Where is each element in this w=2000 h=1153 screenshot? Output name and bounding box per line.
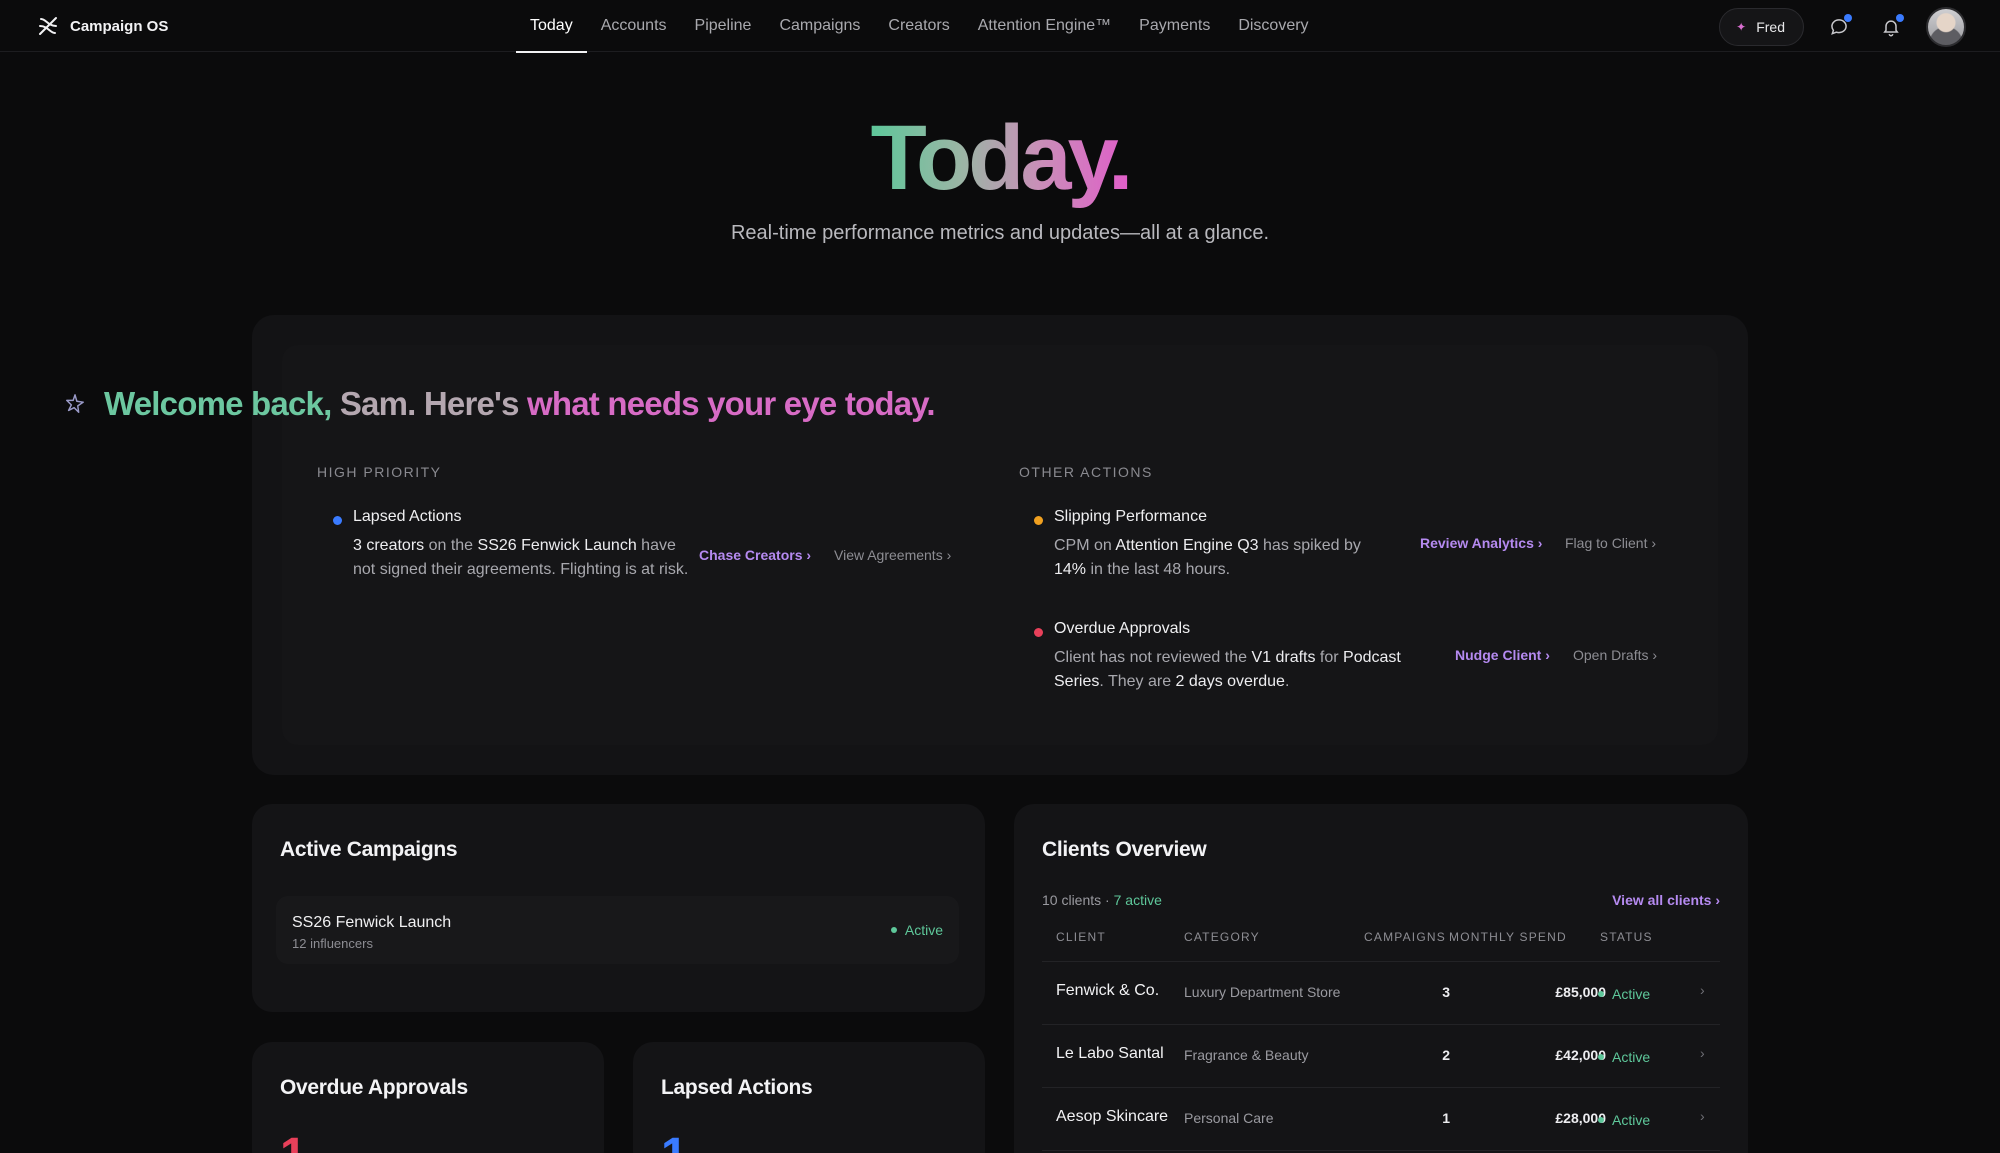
client-name: Aesop Skincare (1056, 1108, 1169, 1125)
user-avatar[interactable] (1926, 7, 1966, 47)
client-monthly-spend: £28,000 (1555, 1110, 1606, 1126)
fred-label: Fred (1756, 19, 1785, 35)
client-campaigns: 2 (1442, 1047, 1450, 1063)
view-agreements-link[interactable]: View Agreements › (834, 547, 951, 563)
nav-payments[interactable]: Payments (1125, 0, 1224, 52)
slipping-performance-item: Slipping Performance CPM on Attention En… (1034, 508, 1394, 588)
overdue-approvals-item: Overdue Approvals Client has not reviewe… (1034, 620, 1434, 700)
client-campaigns: 3 (1442, 984, 1450, 1000)
alert-dot (1034, 628, 1043, 637)
client-category: Luxury Department Store (1184, 984, 1341, 1000)
column-header-category[interactable]: CATEGORY (1184, 930, 1260, 944)
table-row[interactable]: Le Labo Santal Fragrance & Beauty 2 £42,… (1042, 1025, 1720, 1087)
nav-campaigns[interactable]: Campaigns (765, 0, 874, 52)
fred-assistant-button[interactable]: ✦ Fred (1719, 8, 1804, 46)
brand[interactable]: Campaign OS (36, 14, 168, 38)
column-header-client[interactable]: CLIENT (1056, 930, 1106, 944)
nav-accounts[interactable]: Accounts (587, 0, 681, 52)
chase-creators-link[interactable]: Chase Creators › (699, 547, 811, 563)
client-campaigns: 1 (1442, 1110, 1450, 1126)
nav-today[interactable]: Today (516, 0, 587, 53)
campaign-name: SS26 Fenwick Launch (292, 914, 452, 931)
notifications-button[interactable] (1874, 10, 1908, 44)
lapsed-actions-card[interactable]: Lapsed Actions 1 (633, 1042, 985, 1153)
table-row[interactable]: Fenwick & Co. Luxury Department Store 3 … (1042, 962, 1720, 1024)
table-divider (1042, 1150, 1720, 1151)
top-navigation-bar: Campaign OS Today Accounts Pipeline Camp… (0, 0, 2000, 53)
campaign-os-logo-icon (39, 17, 57, 35)
overdue-count: 1 (280, 1128, 307, 1153)
card-title: Lapsed Actions (661, 1076, 813, 1099)
campaign-row[interactable]: SS26 Fenwick Launch 12 influencers Activ… (276, 896, 959, 964)
action-title: Lapsed Actions (353, 508, 462, 525)
lapsed-count: 1 (661, 1128, 688, 1153)
clients-count: 10 clients · 7 active (1042, 892, 1162, 908)
overdue-approvals-card[interactable]: Overdue Approvals 1 (252, 1042, 604, 1153)
welcome-heading: Welcome back, Sam. Here's what needs you… (64, 385, 936, 423)
action-title: Slipping Performance (1054, 508, 1207, 525)
action-description: Client has not reviewed the V1 drafts fo… (1054, 649, 1401, 690)
action-description: 3 creators on the SS26 Fenwick Launch ha… (353, 537, 689, 578)
messages-button[interactable] (1822, 10, 1856, 44)
column-header-monthly-spend[interactable]: MONTHLY SPEND (1449, 930, 1567, 944)
active-campaigns-card: Active Campaigns SS26 Fenwick Launch 12 … (252, 804, 985, 1012)
client-monthly-spend: £85,000 (1555, 984, 1606, 1000)
action-title: Overdue Approvals (1054, 620, 1191, 637)
header-actions: ✦ Fred (1719, 7, 1966, 47)
page-title: Today. (870, 107, 1134, 209)
page-subtitle: Real-time performance metrics and update… (730, 222, 1270, 244)
nav-attention-engine[interactable]: Attention Engine™ (964, 0, 1125, 52)
view-all-clients-link[interactable]: View all clients › (1612, 892, 1720, 908)
client-monthly-spend: £42,000 (1555, 1047, 1606, 1063)
client-category: Fragrance & Beauty (1184, 1047, 1309, 1063)
lapsed-actions-item: Lapsed Actions 3 creators on the SS26 Fe… (333, 508, 693, 608)
card-title: Active Campaigns (280, 838, 458, 861)
column-header-campaigns[interactable]: CAMPAIGNS (1364, 930, 1446, 944)
open-drafts-link[interactable]: Open Drafts › (1573, 647, 1657, 663)
welcome-title: Welcome back, Sam. Here's what needs you… (104, 385, 936, 422)
nav-discovery[interactable]: Discovery (1224, 0, 1322, 52)
notification-dot (1896, 14, 1904, 22)
client-name: Le Labo Santal (1056, 1045, 1164, 1062)
status-badge: Active (1598, 1112, 1650, 1128)
table-row[interactable]: Aesop Skincare Personal Care 1 £28,000 A… (1042, 1088, 1720, 1150)
campaign-influencer-count: 12 influencers (292, 936, 373, 951)
card-title: Overdue Approvals (280, 1076, 468, 1099)
high-priority-label: HIGH PRIORITY (317, 464, 442, 480)
app-name: Campaign OS (70, 17, 169, 35)
chevron-right-icon: › (1700, 1045, 1705, 1061)
nav-creators[interactable]: Creators (874, 0, 963, 52)
warning-dot (1034, 516, 1043, 525)
nav-pipeline[interactable]: Pipeline (681, 0, 766, 52)
action-description: CPM on Attention Engine Q3 has spiked by… (1054, 537, 1361, 578)
clients-overview-card: Clients Overview 10 clients · 7 active V… (1014, 804, 1748, 1153)
client-name: Fenwick & Co. (1056, 982, 1160, 999)
chevron-right-icon: › (1700, 1108, 1705, 1124)
column-header-status[interactable]: STATUS (1600, 930, 1653, 944)
status-badge: Active (1598, 1049, 1650, 1065)
main-nav: Today Accounts Pipeline Campaigns Creato… (516, 0, 1323, 53)
client-category: Personal Care (1184, 1110, 1274, 1126)
other-actions-label: OTHER ACTIONS (1019, 464, 1153, 480)
flag-to-client-link[interactable]: Flag to Client › (1565, 535, 1656, 551)
status-badge: Active (891, 922, 943, 938)
chevron-right-icon: › (1700, 982, 1705, 998)
unread-dot (1844, 14, 1852, 22)
card-title: Clients Overview (1042, 838, 1207, 861)
status-badge: Active (1598, 986, 1650, 1002)
sparkle-icon (66, 394, 84, 413)
priority-dot (333, 516, 342, 525)
sparkle-icon: ✦ (1736, 20, 1747, 34)
nudge-client-link[interactable]: Nudge Client › (1455, 647, 1550, 663)
review-analytics-link[interactable]: Review Analytics › (1420, 535, 1542, 551)
